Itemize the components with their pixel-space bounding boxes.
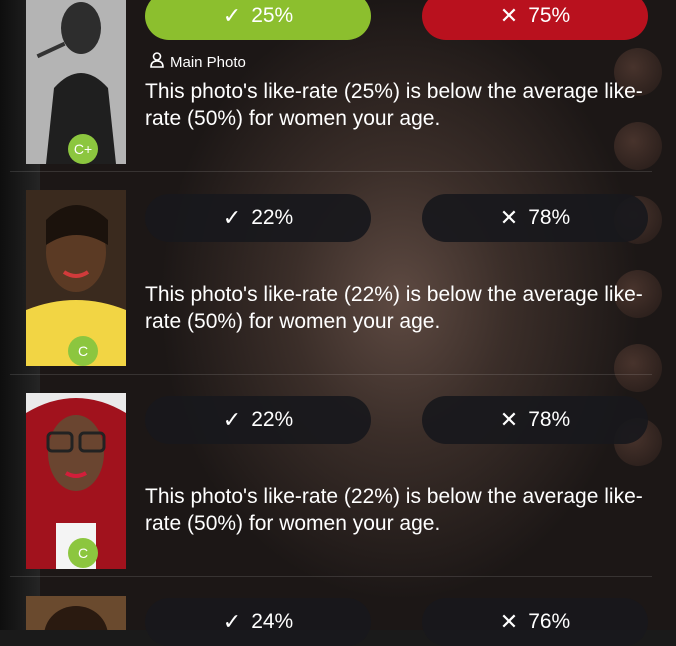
person-icon: [150, 52, 164, 72]
like-rate-description: This photo's like-rate (22%) is below th…: [145, 283, 643, 333]
row-divider: [10, 576, 652, 577]
photo-thumbnail[interactable]: [26, 596, 126, 630]
dislike-rate-button[interactable]: ✕ 76%: [422, 598, 648, 646]
like-rate-value: 25%: [251, 4, 294, 27]
check-icon: ✓: [222, 3, 242, 28]
check-icon: ✓: [222, 407, 242, 432]
dislike-rate-value: 78%: [528, 206, 571, 229]
row-divider: [10, 171, 652, 172]
x-icon: ✕: [499, 205, 519, 230]
like-rate-value: 22%: [251, 408, 294, 431]
main-photo-text: Main Photo: [170, 53, 246, 71]
dislike-rate-button[interactable]: ✕ 78%: [422, 396, 648, 444]
check-icon: ✓: [222, 205, 242, 230]
side-thumbnail: [614, 344, 662, 392]
grade-badge: C+: [68, 134, 98, 164]
like-rate-button[interactable]: ✓ 22%: [145, 396, 371, 444]
x-icon: ✕: [499, 407, 519, 432]
like-rate-value: 22%: [251, 206, 294, 229]
grade-badge: C: [68, 336, 98, 366]
main-photo-label: Main Photo: [150, 52, 246, 72]
x-icon: ✕: [499, 3, 519, 28]
like-rate-description: This photo's like-rate (22%) is below th…: [145, 485, 643, 535]
dislike-rate-value: 78%: [528, 408, 571, 431]
dislike-rate-button[interactable]: ✕ 75%: [422, 0, 648, 40]
like-rate-button[interactable]: ✓ 22%: [145, 194, 371, 242]
grade-badge: C: [68, 538, 98, 568]
like-rate-button[interactable]: ✓ 25%: [145, 0, 371, 40]
row-divider: [10, 374, 652, 375]
dislike-rate-button[interactable]: ✕ 78%: [422, 194, 648, 242]
like-rate-value: 24%: [251, 610, 294, 633]
dislike-rate-value: 75%: [528, 4, 571, 27]
like-rate-button[interactable]: ✓ 24%: [145, 598, 371, 646]
like-rate-description: This photo's like-rate (25%) is below th…: [145, 80, 643, 130]
dislike-rate-value: 76%: [528, 610, 571, 633]
